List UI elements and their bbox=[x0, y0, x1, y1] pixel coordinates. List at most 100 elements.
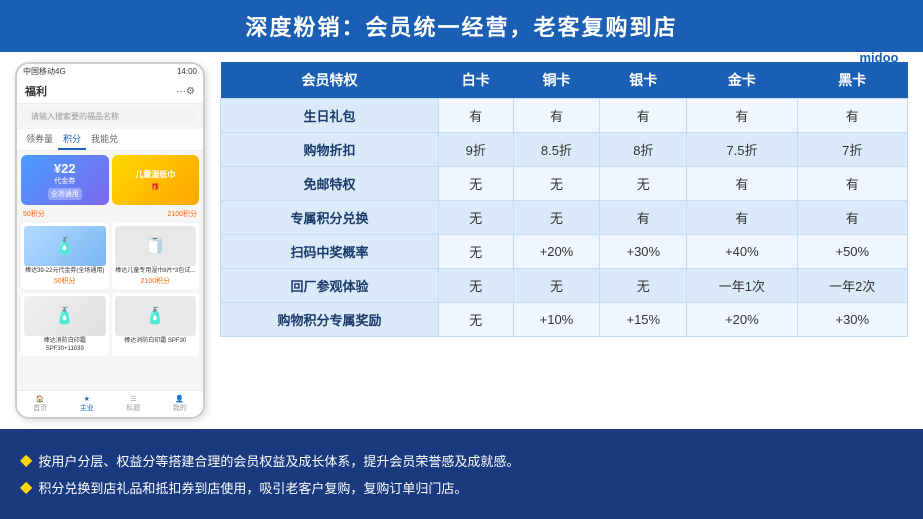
nav-main[interactable]: ★主业 bbox=[80, 395, 94, 413]
feature-points-reward: 购物积分专属奖励 bbox=[221, 303, 439, 337]
table-row: 免邮特权 无 无 无 有 有 bbox=[221, 167, 908, 201]
white-scan-win: 无 bbox=[439, 235, 514, 269]
col-silver: 银卡 bbox=[600, 62, 687, 99]
table-row: 回厂参观体验 无 无 无 一年1次 一年2次 bbox=[221, 269, 908, 303]
table-header: 会员特权 白卡 铜卡 银卡 金卡 黑卡 bbox=[221, 62, 908, 99]
page-title: 深度粉销：会员统一经营，老客复购到店 bbox=[245, 15, 677, 40]
time-text: 14:00 bbox=[177, 67, 197, 76]
tab-coupon[interactable]: 领券量 bbox=[21, 129, 58, 150]
black-points-reward: +30% bbox=[797, 303, 907, 337]
footer-line-2: ◆ 积分兑换到店礼品和抵扣券到店使用，吸引老客户复购，复购订单归门店。 bbox=[20, 478, 903, 497]
nav-title[interactable]: ☰标题 bbox=[126, 395, 140, 413]
title-bar: 深度粉销：会员统一经营，老客复购到店 bbox=[0, 0, 923, 52]
feature-points-exchange: 专属积分兑换 bbox=[221, 201, 439, 235]
col-black: 黑卡 bbox=[797, 62, 907, 99]
black-freeship: 有 bbox=[797, 167, 907, 201]
footer: ◆ 按用户分层、权益分等搭建合理的会员权益及成长体系，提升会员荣誉感及成就感。 … bbox=[0, 429, 923, 519]
tab-exchange[interactable]: 我能兑 bbox=[86, 129, 123, 150]
product-points-2: 2100积分 bbox=[115, 276, 197, 286]
table-row: 扫码中奖概率 无 +20% +30% +40% +50% bbox=[221, 235, 908, 269]
col-white: 白卡 bbox=[439, 62, 514, 99]
product-name-3: 棒达消防白印霜 SPF30+11039 bbox=[24, 338, 106, 354]
feature-freeship: 免邮特权 bbox=[221, 167, 439, 201]
silver-birthday: 有 bbox=[600, 99, 687, 133]
tab-points[interactable]: 积分 bbox=[58, 129, 86, 150]
white-freeship: 无 bbox=[439, 167, 514, 201]
points1: 50积分 bbox=[23, 209, 45, 219]
points2: 2100积分 bbox=[167, 209, 197, 219]
phone-nav: 🏠首页 ★主业 ☰标题 👤我的 bbox=[17, 390, 203, 417]
phone-header: 福利 ···⚙ bbox=[17, 79, 203, 104]
coupon-range: 全场通用 bbox=[48, 188, 82, 200]
table-body: 生日礼包 有 有 有 有 有 购物折扣 9折 8.5折 8折 7.5折 7折 免… bbox=[221, 99, 908, 337]
phone-search-bar[interactable]: 请输入搜索要的福品名称 bbox=[23, 108, 197, 125]
gold-points-reward: +20% bbox=[687, 303, 797, 337]
product-points-1: 50积分 bbox=[24, 276, 106, 286]
table-row: 购物折扣 9折 8.5折 8折 7.5折 7折 bbox=[221, 133, 908, 167]
product-img-3: 🧴 bbox=[24, 296, 106, 336]
coupon2-label: 儿童湿纸巾 bbox=[135, 169, 175, 180]
nav-home[interactable]: 🏠首页 bbox=[33, 395, 47, 413]
gold-factory-tour: 一年1次 bbox=[687, 269, 797, 303]
footer-text-2: 积分兑换到店礼品和抵扣券到店使用，吸引老客户复购，复购订单归门店。 bbox=[38, 478, 467, 497]
phone-body: ¥22 代金券 全场通用 儿童湿纸巾 🎁 50积分 2100积分 🧴 bbox=[17, 151, 203, 419]
black-birthday: 有 bbox=[797, 99, 907, 133]
phone-header-icons: ···⚙ bbox=[176, 86, 195, 97]
nav-profile[interactable]: 👤我的 bbox=[173, 395, 187, 413]
phone-status-bar: 中国移动4G 14:00 bbox=[17, 64, 203, 79]
gold-birthday: 有 bbox=[687, 99, 797, 133]
coupon2-points: 🎁 bbox=[151, 183, 160, 191]
product-name-1: 棒达39-22元代金券(全场通用) bbox=[24, 268, 106, 276]
main-content: 中国移动4G 14:00 福利 ···⚙ 请输入搜索要的福品名称 领券量 积分 … bbox=[0, 52, 923, 429]
product-card-3: 🧴 棒达消防白印霜 SPF30+11039 bbox=[21, 293, 109, 357]
table-area: 会员特权 白卡 铜卡 银卡 金卡 黑卡 生日礼包 有 有 有 有 有 bbox=[220, 62, 908, 419]
table-row: 购物积分专属奖励 无 +10% +15% +20% +30% bbox=[221, 303, 908, 337]
col-feature: 会员特权 bbox=[221, 62, 439, 99]
carrier-text: 中国移动4G bbox=[23, 66, 66, 77]
coupon-row: ¥22 代金券 全场通用 儿童湿纸巾 🎁 bbox=[21, 155, 199, 205]
coupon-card-1: ¥22 代金券 全场通用 bbox=[21, 155, 109, 205]
phone-mockup: 中国移动4G 14:00 福利 ···⚙ 请输入搜索要的福品名称 领券量 积分 … bbox=[15, 62, 205, 419]
silver-points-exchange: 有 bbox=[600, 201, 687, 235]
product-name-4: 棒达消防白印霜 SPF30 bbox=[115, 338, 197, 346]
gold-freeship: 有 bbox=[687, 167, 797, 201]
bronze-factory-tour: 无 bbox=[513, 269, 600, 303]
black-factory-tour: 一年2次 bbox=[797, 269, 907, 303]
product-row-2: 🧴 棒达消防白印霜 SPF30+11039 🧴 棒达消防白印霜 SPF30 bbox=[21, 293, 199, 357]
logo-text: midoo bbox=[860, 50, 899, 65]
bullet-icon-1: ◆ bbox=[20, 451, 32, 470]
feature-discount: 购物折扣 bbox=[221, 133, 439, 167]
phone-tabs: 领券量 积分 我能兑 bbox=[17, 129, 203, 151]
midoo-logo-icon bbox=[855, 8, 903, 48]
black-scan-win: +50% bbox=[797, 235, 907, 269]
white-points-reward: 无 bbox=[439, 303, 514, 337]
black-discount: 7折 bbox=[797, 133, 907, 167]
product-card-2: 🧻 棒达儿童专用湿巾8片*3包试... 2100积分 bbox=[112, 223, 200, 289]
silver-discount: 8折 bbox=[600, 133, 687, 167]
gold-points-exchange: 有 bbox=[687, 201, 797, 235]
bronze-points-exchange: 无 bbox=[513, 201, 600, 235]
white-discount: 9折 bbox=[439, 133, 514, 167]
product-img-4: 🧴 bbox=[115, 296, 197, 336]
white-factory-tour: 无 bbox=[439, 269, 514, 303]
feature-birthday: 生日礼包 bbox=[221, 99, 439, 133]
feature-scan-win: 扫码中奖概率 bbox=[221, 235, 439, 269]
points-row: 50积分 2100积分 bbox=[21, 209, 199, 219]
product-card-1: 🧴 棒达39-22元代金券(全场通用) 50积分 bbox=[21, 223, 109, 289]
col-gold: 金卡 bbox=[687, 62, 797, 99]
table-row: 专属积分兑换 无 无 有 有 有 bbox=[221, 201, 908, 235]
product-img-2: 🧻 bbox=[115, 226, 197, 266]
white-points-exchange: 无 bbox=[439, 201, 514, 235]
bronze-points-reward: +10% bbox=[513, 303, 600, 337]
header-row: 会员特权 白卡 铜卡 银卡 金卡 黑卡 bbox=[221, 62, 908, 99]
gold-scan-win: +40% bbox=[687, 235, 797, 269]
bullet-icon-2: ◆ bbox=[20, 478, 32, 497]
bronze-scan-win: +20% bbox=[513, 235, 600, 269]
footer-line-1: ◆ 按用户分层、权益分等搭建合理的会员权益及成长体系，提升会员荣誉感及成就感。 bbox=[20, 451, 903, 470]
bronze-discount: 8.5折 bbox=[513, 133, 600, 167]
product-name-2: 棒达儿童专用湿巾8片*3包试... bbox=[115, 268, 197, 276]
silver-scan-win: +30% bbox=[600, 235, 687, 269]
coupon-card-2: 儿童湿纸巾 🎁 bbox=[112, 155, 200, 205]
product-row: 🧴 棒达39-22元代金券(全场通用) 50积分 🧻 棒达儿童专用湿巾8片*3包… bbox=[21, 223, 199, 289]
silver-factory-tour: 无 bbox=[600, 269, 687, 303]
